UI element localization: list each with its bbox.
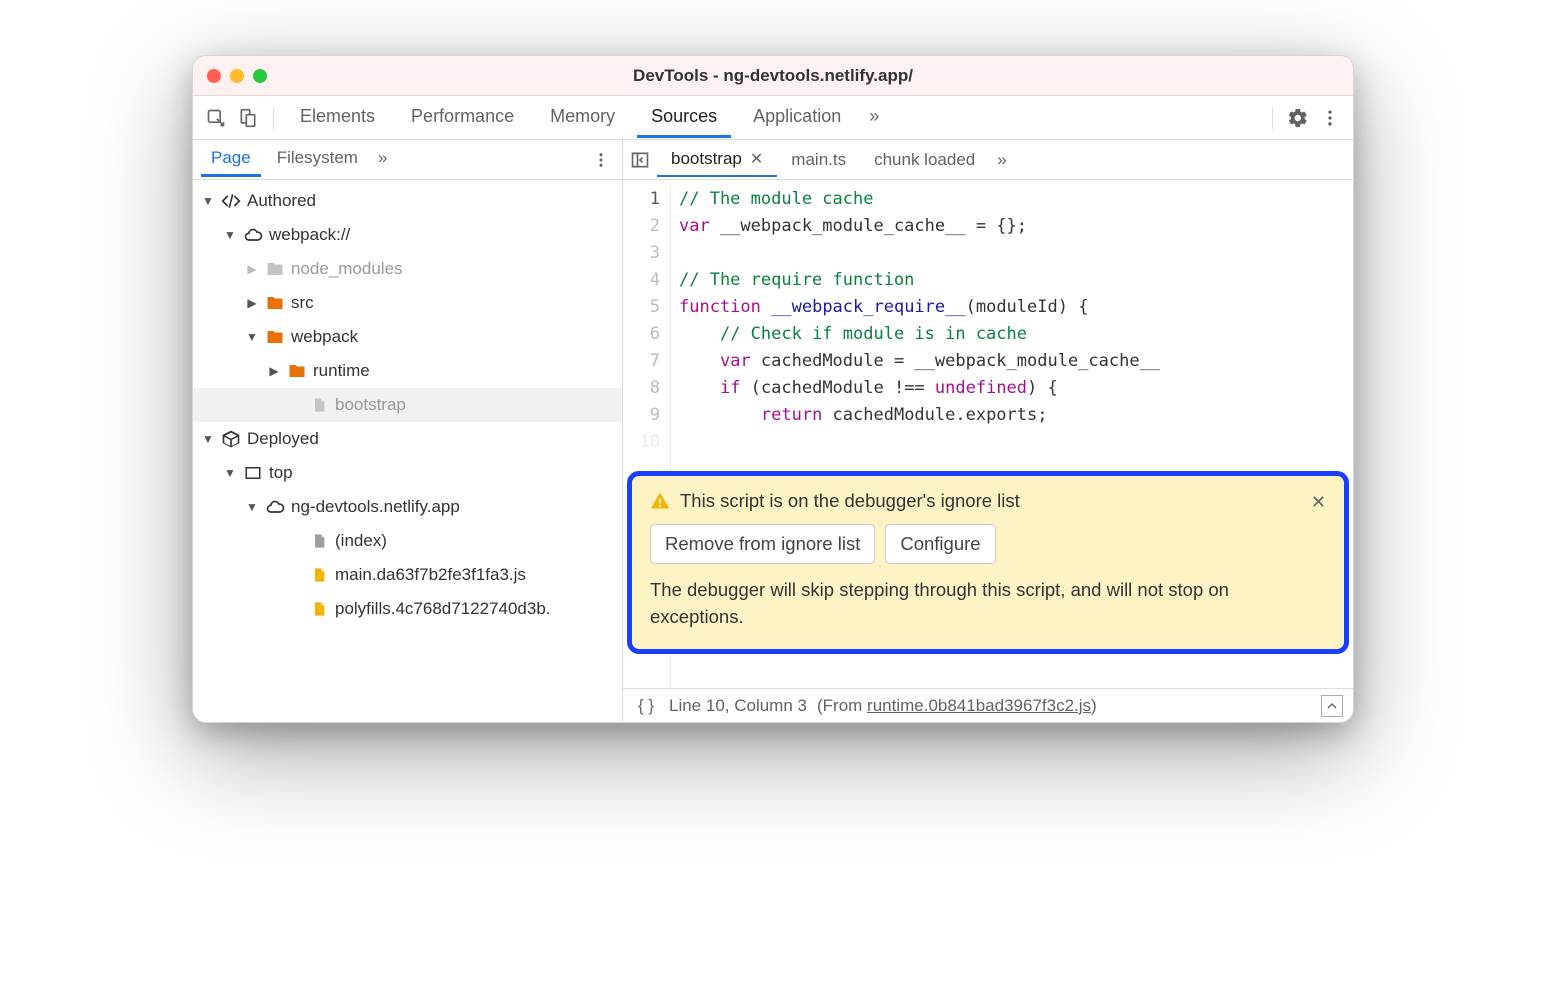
- tree-webpack-root[interactable]: ▼ webpack://: [193, 218, 622, 252]
- editor-tab-main-ts[interactable]: main.ts: [777, 144, 860, 176]
- code-editor[interactable]: 12345678910 // The module cache var __we…: [623, 180, 1353, 688]
- show-drawer-icon[interactable]: [1321, 695, 1343, 717]
- cloud-icon: [265, 497, 285, 517]
- tree-domain[interactable]: ▼ ng-devtools.netlify.app: [193, 490, 622, 524]
- banner-title: This script is on the debugger's ignore …: [680, 490, 1020, 512]
- warning-icon: [650, 491, 670, 511]
- sidebar-tab-page[interactable]: Page: [201, 142, 261, 177]
- folder-icon: [265, 293, 285, 313]
- tree-runtime[interactable]: ▶ runtime: [193, 354, 622, 388]
- status-bar: { } Line 10, Column 3 (From runtime.0b84…: [623, 688, 1353, 722]
- tree-webpack-folder[interactable]: ▼ webpack: [193, 320, 622, 354]
- gear-icon[interactable]: [1285, 105, 1311, 131]
- sidebar-more-chevron[interactable]: »: [374, 142, 391, 177]
- inspect-icon[interactable]: [203, 105, 229, 131]
- toggle-navigator-icon[interactable]: [623, 150, 657, 170]
- sources-sidebar: Page Filesystem » ▼ Authored ▼ webpack:/…: [193, 140, 623, 722]
- cursor-position: Line 10, Column 3: [669, 696, 807, 716]
- editor-tabs: bootstrap ✕ main.ts chunk loaded »: [623, 140, 1353, 180]
- minimize-window-button[interactable]: [230, 69, 244, 83]
- ignore-list-banner: ✕ This script is on the debugger's ignor…: [627, 471, 1349, 655]
- tree-polyfills[interactable]: polyfills.4c768d7122740d3b.: [193, 592, 622, 626]
- tree-top[interactable]: ▼ top: [193, 456, 622, 490]
- close-icon[interactable]: ✕: [1311, 492, 1326, 513]
- main-toolbar: Elements Performance Memory Sources Appl…: [193, 96, 1353, 140]
- tab-application[interactable]: Application: [739, 98, 855, 138]
- banner-description: The debugger will skip stepping through …: [650, 576, 1326, 632]
- maximize-window-button[interactable]: [253, 69, 267, 83]
- configure-button[interactable]: Configure: [885, 524, 995, 564]
- file-icon: [309, 395, 329, 415]
- editor-pane: bootstrap ✕ main.ts chunk loaded » 12345…: [623, 140, 1353, 722]
- file-icon: [309, 565, 329, 585]
- tree-group-deployed[interactable]: ▼ Deployed: [193, 422, 622, 456]
- tree-index[interactable]: (index): [193, 524, 622, 558]
- folder-icon: [265, 259, 285, 279]
- kebab-menu-icon[interactable]: [1317, 105, 1343, 131]
- tree-src[interactable]: ▶ src: [193, 286, 622, 320]
- tab-memory[interactable]: Memory: [536, 98, 629, 138]
- file-tree: ▼ Authored ▼ webpack:// ▶ node_modules ▶: [193, 180, 622, 722]
- package-icon: [221, 429, 241, 449]
- more-tabs-chevron[interactable]: »: [863, 98, 885, 138]
- tree-bootstrap[interactable]: bootstrap: [193, 388, 622, 422]
- tab-performance[interactable]: Performance: [397, 98, 528, 138]
- source-map-from: (From runtime.0b841bad3967f3c2.js): [817, 696, 1097, 716]
- source-map-link[interactable]: runtime.0b841bad3967f3c2.js: [867, 696, 1091, 715]
- sidebar-tab-filesystem[interactable]: Filesystem: [267, 142, 368, 177]
- tree-mainjs[interactable]: main.da63f7b2fe3f1fa3.js: [193, 558, 622, 592]
- device-toggle-icon[interactable]: [235, 105, 261, 131]
- file-icon: [309, 531, 329, 551]
- frame-icon: [243, 463, 263, 483]
- folder-icon: [287, 361, 307, 381]
- traffic-lights: [207, 69, 267, 83]
- sidebar-kebab-icon[interactable]: [588, 147, 614, 173]
- code-icon: [221, 191, 241, 211]
- cloud-icon: [243, 225, 263, 245]
- tree-group-authored[interactable]: ▼ Authored: [193, 184, 622, 218]
- editor-tab-chunk-loaded[interactable]: chunk loaded: [860, 144, 989, 176]
- panel-tabs: Elements Performance Memory Sources Appl…: [286, 98, 885, 138]
- titlebar: DevTools - ng-devtools.netlify.app/: [193, 56, 1353, 96]
- close-window-button[interactable]: [207, 69, 221, 83]
- editor-more-tabs-chevron[interactable]: »: [989, 144, 1014, 176]
- file-icon: [309, 599, 329, 619]
- close-icon[interactable]: ✕: [750, 149, 763, 169]
- folder-icon: [265, 327, 285, 347]
- tab-elements[interactable]: Elements: [286, 98, 389, 138]
- devtools-window: DevTools - ng-devtools.netlify.app/ Elem…: [192, 55, 1354, 723]
- pretty-print-icon[interactable]: { }: [633, 696, 659, 716]
- editor-tab-bootstrap[interactable]: bootstrap ✕: [657, 143, 777, 177]
- tab-sources[interactable]: Sources: [637, 98, 731, 138]
- remove-from-ignore-list-button[interactable]: Remove from ignore list: [650, 524, 875, 564]
- tree-node-modules[interactable]: ▶ node_modules: [193, 252, 622, 286]
- window-title: DevTools - ng-devtools.netlify.app/: [267, 66, 1279, 86]
